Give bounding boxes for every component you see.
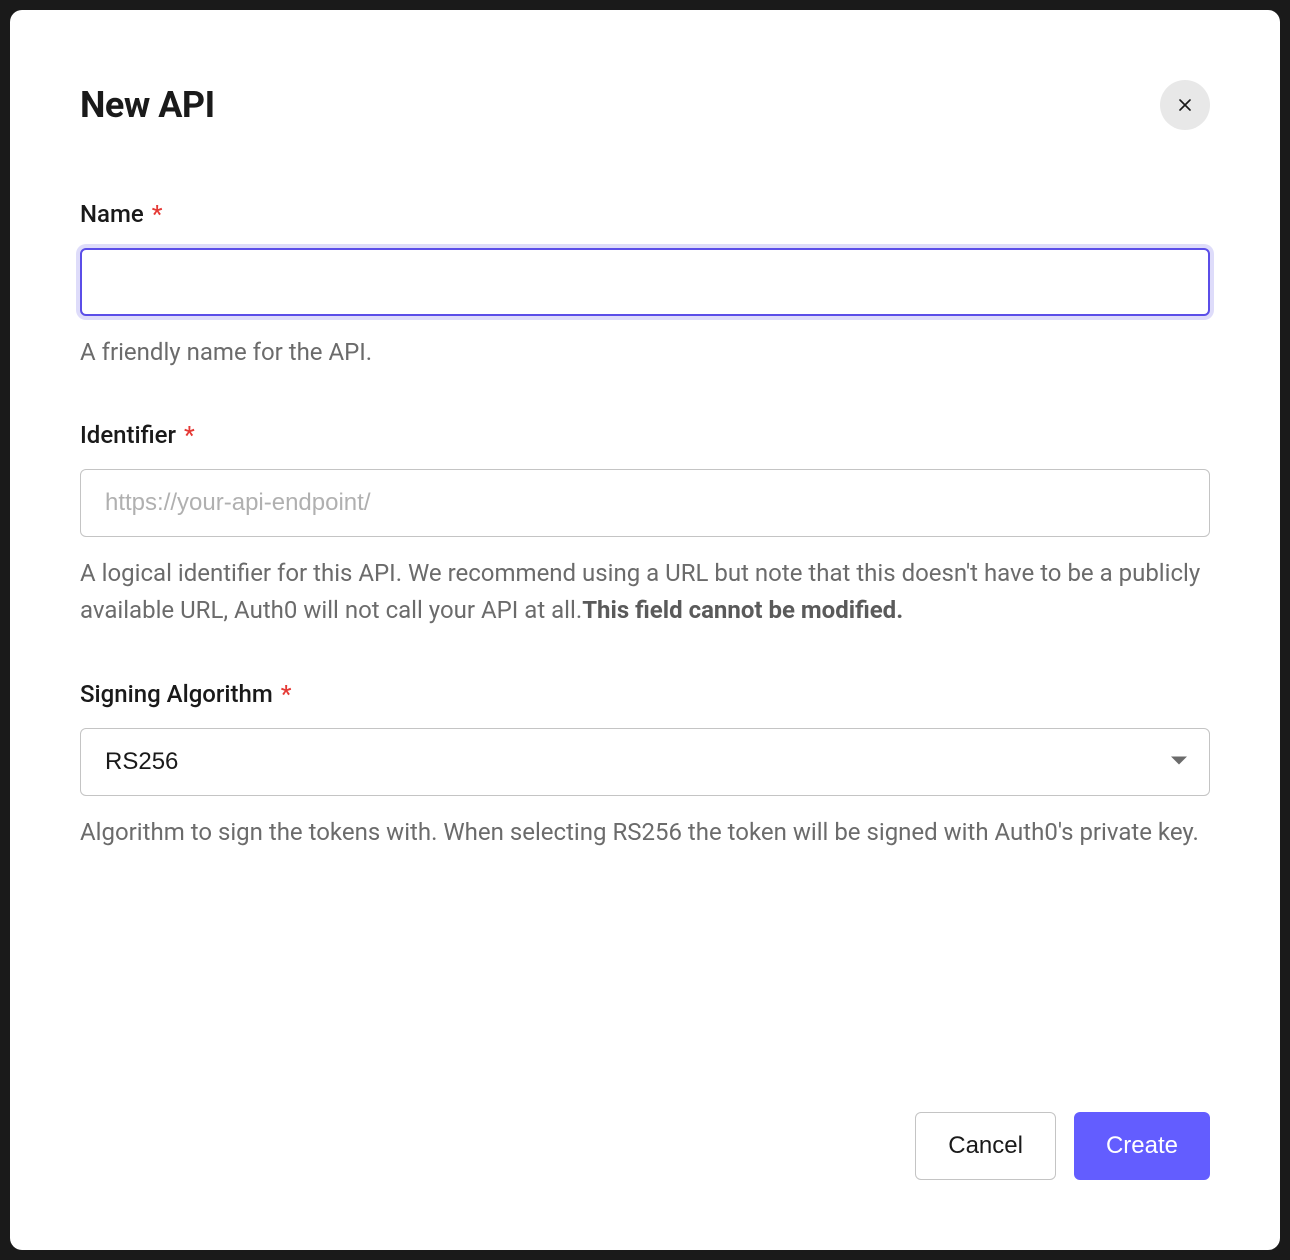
close-button[interactable] xyxy=(1160,80,1210,130)
name-label: Name * xyxy=(80,200,1210,228)
new-api-modal: New API Name * A friendly name for the A… xyxy=(10,10,1280,1250)
name-input[interactable] xyxy=(80,248,1210,316)
identifier-label-text: Identifier xyxy=(80,421,176,449)
name-field-group: Name * A friendly name for the API. xyxy=(80,200,1210,371)
name-label-text: Name xyxy=(80,200,144,228)
required-asterisk: * xyxy=(281,680,292,708)
required-asterisk: * xyxy=(184,421,195,449)
identifier-input[interactable] xyxy=(80,469,1210,537)
identifier-help-part2: This field cannot be modified. xyxy=(582,596,903,624)
algorithm-select-wrapper: RS256 xyxy=(80,728,1210,796)
algorithm-label: Signing Algorithm * xyxy=(80,680,1210,708)
modal-header: New API xyxy=(80,80,1210,130)
cancel-button[interactable]: Cancel xyxy=(915,1112,1056,1180)
algorithm-label-text: Signing Algorithm xyxy=(80,680,273,708)
required-asterisk: * xyxy=(152,200,163,228)
name-help-text: A friendly name for the API. xyxy=(80,334,1210,371)
algorithm-help-text: Algorithm to sign the tokens with. When … xyxy=(80,814,1210,851)
modal-footer: Cancel Create xyxy=(915,1112,1210,1180)
algorithm-field-group: Signing Algorithm * RS256 Algorithm to s… xyxy=(80,680,1210,851)
create-button[interactable]: Create xyxy=(1074,1112,1210,1180)
algorithm-select[interactable]: RS256 xyxy=(80,728,1210,796)
identifier-field-group: Identifier * A logical identifier for th… xyxy=(80,421,1210,629)
modal-title: New API xyxy=(80,84,215,126)
identifier-help-text: A logical identifier for this API. We re… xyxy=(80,555,1210,629)
identifier-label: Identifier * xyxy=(80,421,1210,449)
close-icon xyxy=(1175,95,1195,115)
